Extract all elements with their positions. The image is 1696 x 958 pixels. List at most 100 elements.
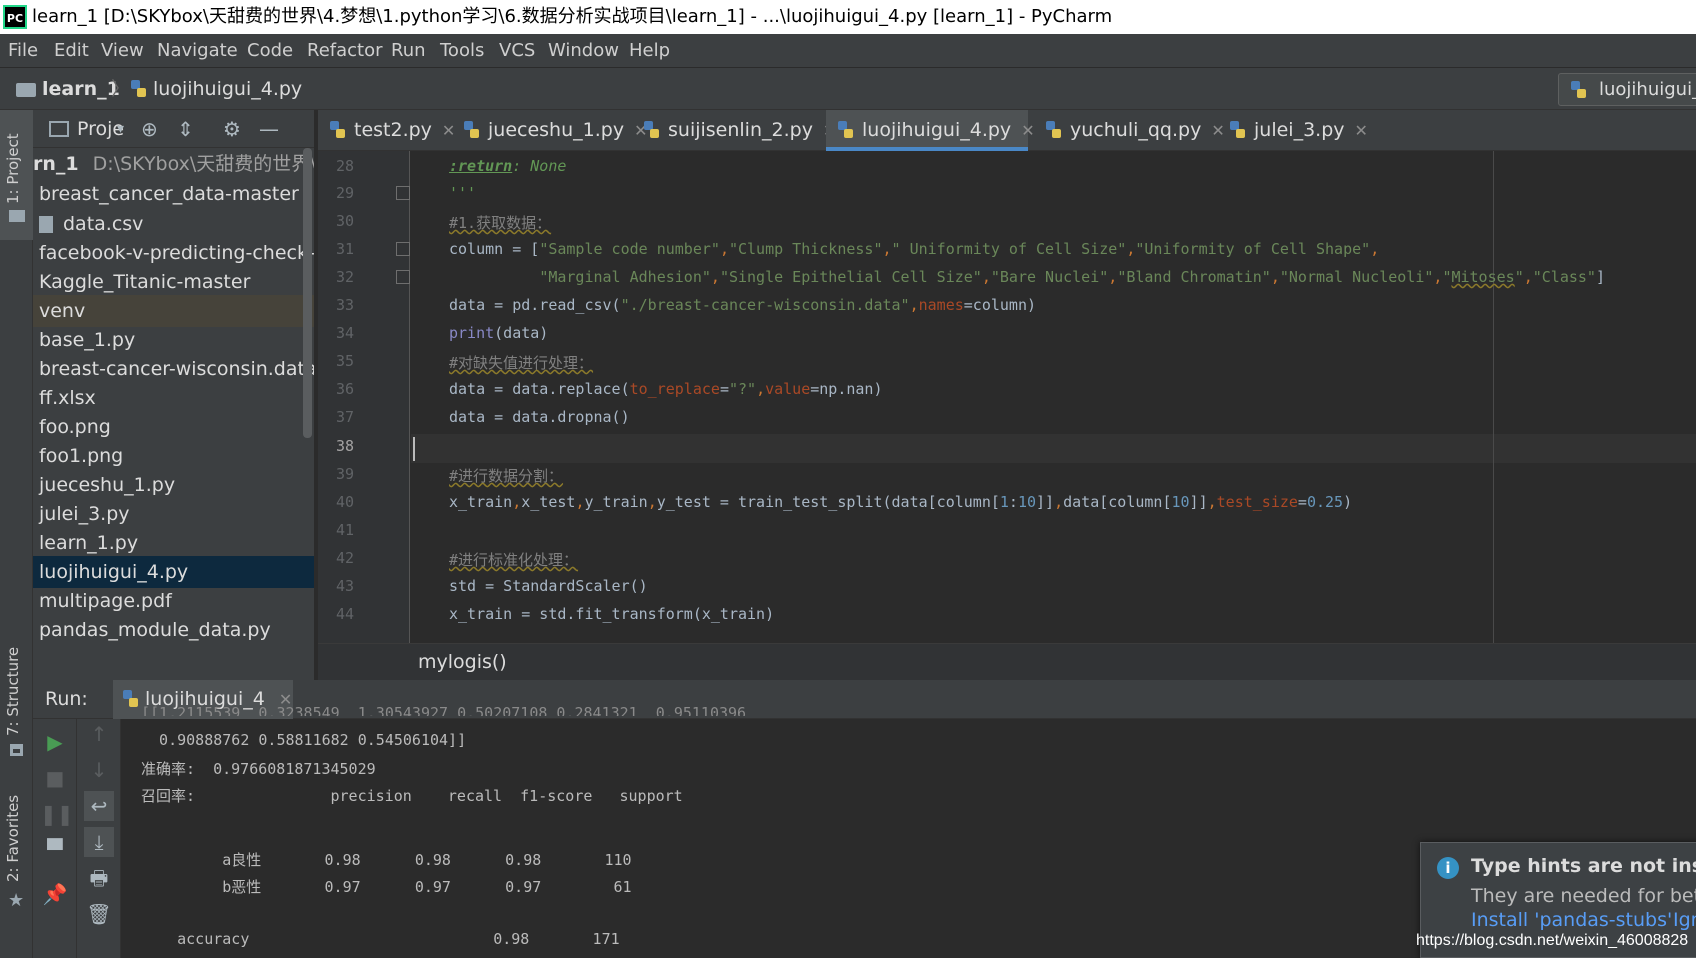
- tree-item[interactable]: Kaggle_Titanic-master: [33, 266, 314, 298]
- up-arrow-icon[interactable]: ↑: [84, 719, 114, 749]
- run-config-label: luojihuigui_4: [1599, 79, 1696, 100]
- menu-code[interactable]: Code: [247, 34, 293, 67]
- tree-item-selected[interactable]: luojihuigui_4.py: [33, 556, 314, 588]
- project-root-path: D:\SKYbox\天甜费的世界\4.: [92, 153, 314, 175]
- notification-title: Type hints are not installe: [1471, 855, 1696, 877]
- file-icon: [39, 216, 53, 233]
- close-icon[interactable]: ✕: [1355, 121, 1368, 140]
- line-number: 30: [335, 212, 354, 230]
- run-panel-title: Run:: [45, 688, 88, 710]
- fold-marker-icon[interactable]: [396, 186, 410, 200]
- code-line: data = pd.read_csv("./breast-cancer-wisc…: [449, 296, 1037, 314]
- pin-icon[interactable]: 📌: [40, 879, 70, 909]
- gear-icon[interactable]: ⚙: [223, 110, 241, 148]
- stop-icon[interactable]: ■: [40, 763, 70, 793]
- favorites-tool-tab[interactable]: 2: Favorites ★: [0, 790, 33, 911]
- code-line: print(data): [449, 324, 549, 342]
- code-line: "Marginal Adhesion","Single Epithelial C…: [539, 268, 1605, 286]
- install-stubs-link[interactable]: Install 'pandas-stubs': [1471, 909, 1672, 931]
- editor-tab[interactable]: test2.py ✕: [318, 110, 455, 151]
- fold-marker-icon[interactable]: [396, 270, 410, 284]
- menu-window[interactable]: Window: [548, 34, 619, 67]
- tree-item[interactable]: foo.png: [33, 411, 314, 443]
- ignore-link[interactable]: Ign: [1673, 909, 1696, 931]
- menu-bar: File Edit View Navigate Code Refactor Ru…: [0, 34, 1696, 67]
- tree-item[interactable]: multipage.pdf: [33, 585, 314, 617]
- tree-item[interactable]: data.csv: [33, 208, 314, 240]
- line-number: 31: [335, 240, 354, 258]
- nav-project-name[interactable]: learn_1: [42, 68, 120, 110]
- pause-icon[interactable]: ❚❚: [40, 799, 74, 829]
- menu-edit[interactable]: Edit: [54, 34, 89, 67]
- editor-tab-active[interactable]: luojihuigui_4.py ✕: [826, 110, 1035, 151]
- project-panel-header: Proje ▾ ⊕ ⇕ ⚙ —: [33, 110, 314, 148]
- print-icon[interactable]: 🖶: [84, 863, 114, 893]
- line-number: 41: [335, 521, 354, 539]
- tree-item[interactable]: foo1.png: [33, 440, 314, 472]
- python-file-icon: [1044, 120, 1064, 140]
- tree-item[interactable]: breast_cancer_data-master: [33, 178, 314, 210]
- project-root-row[interactable]: rn_1 D:\SKYbox\天甜费的世界\4.: [33, 148, 314, 180]
- collapse-all-icon[interactable]: ⇕: [177, 110, 194, 148]
- code-line: #进行数据分割：: [449, 467, 564, 485]
- code-line: std = StandardScaler(): [449, 577, 648, 595]
- tree-item[interactable]: pandas_module_data.py: [33, 614, 314, 646]
- editor-tab[interactable]: julei_3.py ✕: [1218, 110, 1368, 151]
- menu-tools[interactable]: Tools: [440, 34, 484, 67]
- menu-file[interactable]: File: [8, 34, 38, 67]
- fold-marker-icon[interactable]: [396, 242, 410, 256]
- tree-item[interactable]: ff.xlsx: [33, 382, 314, 414]
- python-file-icon: [642, 120, 662, 140]
- scroll-to-end-icon[interactable]: ⤓: [84, 827, 114, 857]
- python-file-icon: [328, 120, 348, 140]
- folder-icon: [16, 83, 36, 97]
- restore-layout-icon[interactable]: ▀: [40, 835, 70, 865]
- nav-file-name[interactable]: luojihuigui_4.py: [153, 68, 302, 110]
- favorites-tool-tab-label: 2: Favorites: [4, 794, 22, 882]
- tree-item[interactable]: learn_1.py: [33, 527, 314, 559]
- window-title: learn_1 [D:\SKYbox\天甜费的世界\4.梦想\1.python学…: [32, 6, 1113, 27]
- menu-vcs[interactable]: VCS: [499, 34, 535, 67]
- project-scrollbar[interactable]: [303, 148, 312, 438]
- tree-item[interactable]: julei_3.py: [33, 498, 314, 530]
- down-arrow-icon[interactable]: ↓: [84, 755, 114, 785]
- editor-tab-label: test2.py: [354, 119, 432, 141]
- editor-tab[interactable]: jueceshu_1.py ✕: [452, 110, 647, 151]
- editor-breadcrumb: mylogis(): [318, 643, 1696, 680]
- line-number: 33: [335, 296, 354, 314]
- menu-refactor[interactable]: Refactor: [307, 34, 383, 67]
- star-icon: ★: [8, 890, 25, 911]
- run-configuration-selector[interactable]: luojihuigui_4: [1558, 73, 1696, 106]
- line-number: 32: [335, 268, 354, 286]
- menu-run[interactable]: Run: [391, 34, 426, 67]
- tree-item[interactable]: jueceshu_1.py: [33, 469, 314, 501]
- close-icon[interactable]: ✕: [1021, 121, 1034, 140]
- project-tool-tab[interactable]: 1: Project: [0, 110, 33, 240]
- menu-help[interactable]: Help: [629, 34, 670, 67]
- tree-item[interactable]: facebook-v-predicting-check-in: [33, 237, 314, 269]
- rerun-icon[interactable]: ▶: [40, 727, 70, 757]
- console-line: accuracy 0.98 171: [141, 930, 620, 948]
- editor-tab[interactable]: suijisenlin_2.py✕: [632, 110, 836, 151]
- tree-item[interactable]: breast-cancer-wisconsin.data: [33, 353, 314, 385]
- text-caret: [413, 437, 415, 461]
- menu-view[interactable]: View: [101, 34, 144, 67]
- breadcrumb-separator: 〉: [111, 78, 131, 100]
- left-tool-stripe: 1: Project 7: Structure 2: Favorites ★: [0, 110, 33, 958]
- soft-wrap-icon[interactable]: ↩: [84, 791, 114, 821]
- code-line: x_train,x_test,y_train,y_test = train_te…: [449, 493, 1353, 511]
- info-icon: i: [1437, 857, 1459, 879]
- menu-navigate[interactable]: Navigate: [157, 34, 238, 67]
- hide-panel-icon[interactable]: —: [259, 110, 279, 148]
- project-view-icon: [49, 121, 69, 137]
- structure-tool-tab[interactable]: 7: Structure: [0, 647, 33, 760]
- breadcrumb-function[interactable]: mylogis(): [418, 644, 507, 681]
- trash-icon[interactable]: 🗑: [84, 899, 114, 929]
- locate-icon[interactable]: ⊕: [141, 110, 158, 148]
- chevron-down-icon[interactable]: ▾: [117, 110, 124, 148]
- editor-tab[interactable]: yuchuli_qq.py ✕: [1034, 110, 1225, 151]
- tree-item[interactable]: base_1.py: [33, 324, 314, 356]
- line-number: 34: [335, 324, 354, 342]
- line-number: 40: [335, 493, 354, 511]
- tree-item[interactable]: venv: [33, 295, 314, 327]
